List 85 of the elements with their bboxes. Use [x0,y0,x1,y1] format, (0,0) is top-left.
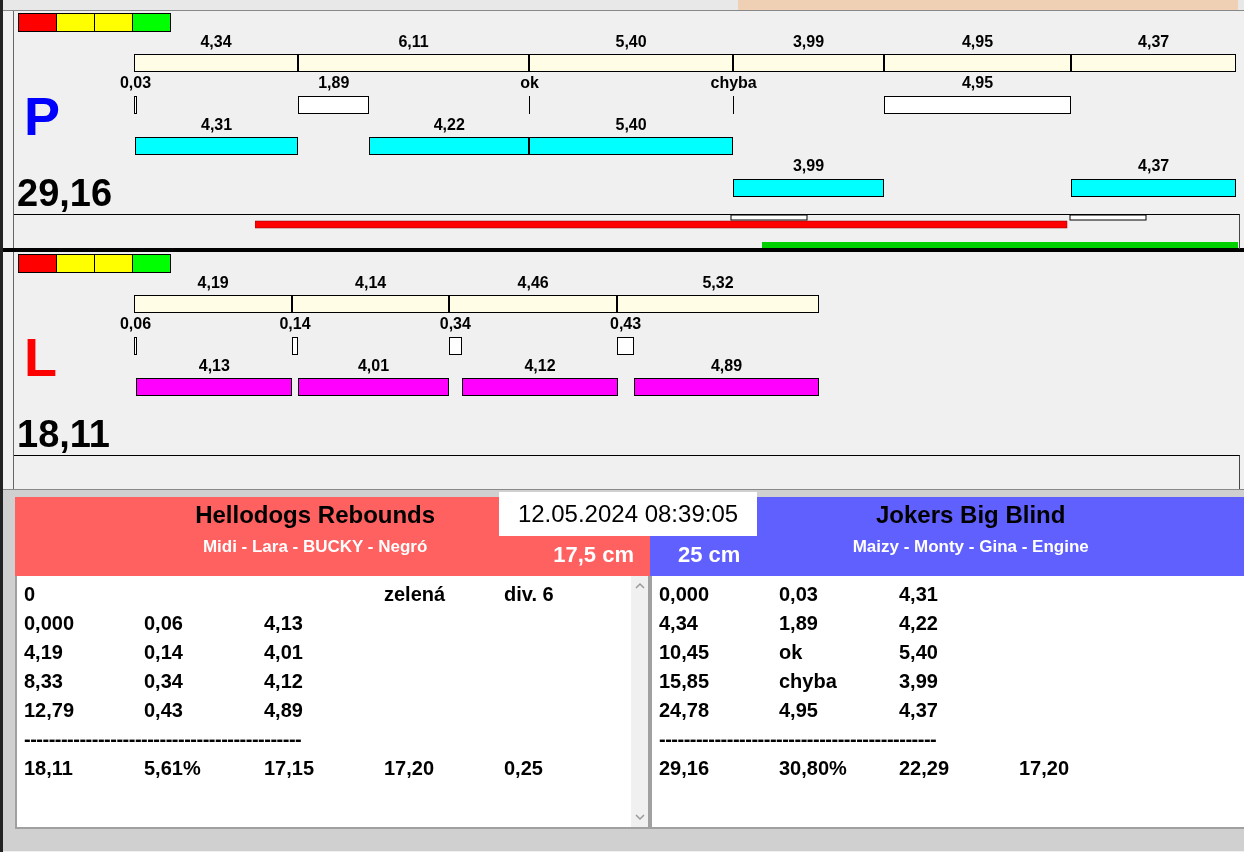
result-cell-text: 0,000 [659,583,711,606]
result-cell-text: 4,12 [264,670,304,693]
run-time: 4,22 [433,117,465,133]
segment-time: 4,19 [197,275,229,291]
result-cell-text: 0,000 [24,612,76,635]
traffic-light-icon [18,254,171,273]
result-cell-text: 0,03 [779,583,819,606]
result-cell-text: 4,89 [264,699,304,722]
result-cell-text: 12,79 [24,699,76,722]
crossing-label: 0,03 [119,75,152,91]
run-time: 4,12 [524,358,556,374]
result-cell-text: chyba [779,670,838,693]
result-cell-text: 5,61% [144,757,202,780]
result-cell-text: 4,22 [899,612,939,635]
result-cell-text: 24,78 [659,699,711,722]
result-cell-text: 4,34 [659,612,699,635]
crossing-label: 0,43 [610,316,642,332]
segment-time: 4,46 [517,275,549,291]
jump-height: 25 cm [677,542,742,569]
result-cell-text: div. 6 [504,583,555,606]
run-time: 5,40 [615,117,647,133]
crossing-label: 0,14 [279,316,311,332]
separator-line: --------------------------------------------- [24,728,303,751]
segment-time: 5,40 [615,34,647,50]
lane-total-time: 18,11 [17,415,110,453]
scroll-up-icon[interactable] [634,582,645,589]
result-cell-text: 18,11 [24,757,74,780]
run-time: 3,99 [792,158,825,174]
segment-time: 4,14 [355,275,387,291]
result-cell-text: 1,89 [779,612,819,635]
segment-time: 4,37 [1138,34,1170,50]
run-time: 4,13 [198,358,230,374]
result-cell-text: 0,43 [144,699,184,722]
crossing-label: 0,34 [439,316,471,332]
result-cell-text: 0,34 [144,670,184,693]
result-cell-text: 0,14 [144,641,184,664]
crossing-label: 1,89 [318,75,350,91]
crossing-label: 4,95 [961,75,994,91]
result-cell-text: 4,13 [264,612,304,635]
dog-names: Midi - Lara - BUCKY - Negró [202,537,428,557]
date-time-display: 12.05.2024 08:39:05 [499,492,757,536]
result-cell-text: 29,16 [659,757,711,780]
segment-time: 6,11 [398,34,429,50]
crossing-label: chyba [710,75,757,91]
segment-time: 3,99 [792,34,825,50]
result-cell-text: 4,19 [24,641,64,664]
run-time: 4,89 [710,358,743,374]
scrollbar[interactable] [631,576,648,827]
run-time: 4,31 [201,117,233,133]
crossing-label: ok [520,75,539,91]
result-cell-text: zelená [384,583,447,606]
crossing-label: 0,06 [119,316,152,332]
result-cell-text: 3,99 [899,670,939,693]
result-cell-text: 17,15 [264,757,316,780]
result-cell-text: 22,29 [899,757,951,780]
result-cell-text: 4,31 [899,583,939,606]
separator-line: --------------------------------------------- [659,728,938,751]
result-cell-text: 10,45 [659,641,711,664]
lane-letter: L [24,330,57,384]
result-cell-text: 17,20 [384,757,436,780]
segment-time: 4,95 [961,34,994,50]
jump-height: 17,5 cm [552,542,635,569]
run-time: 4,01 [357,358,389,374]
result-cell-text: 15,85 [659,670,711,693]
result-cell-text: 17,20 [1019,757,1071,780]
segment-time: 4,34 [200,34,232,50]
result-cell-text: 4,01 [264,641,304,664]
segment-time: 5,32 [702,275,734,291]
result-cell-text: 0 [24,583,37,606]
traffic-light-icon [18,13,171,32]
result-cell-text: ok [779,641,804,664]
result-cell-text: 4,37 [899,699,939,722]
result-cell-text: 0,25 [504,757,544,780]
result-cell-text: 5,40 [899,641,939,664]
result-cell-text: 8,33 [24,670,64,693]
scroll-down-icon[interactable] [634,814,645,821]
lane-total-time: 29,16 [17,174,113,212]
dog-names: Maizy - Monty - Gina - Engine [852,537,1089,557]
team-name: Jokers Big Blind [876,501,1066,529]
team-name: Hellodogs Rebounds [195,501,436,529]
lane-letter: P [24,89,61,143]
result-cell-text: 30,80% [779,757,848,780]
run-time: 4,37 [1138,158,1170,174]
result-cell-text: 4,95 [779,699,819,722]
result-cell-text: 0,06 [144,612,184,635]
